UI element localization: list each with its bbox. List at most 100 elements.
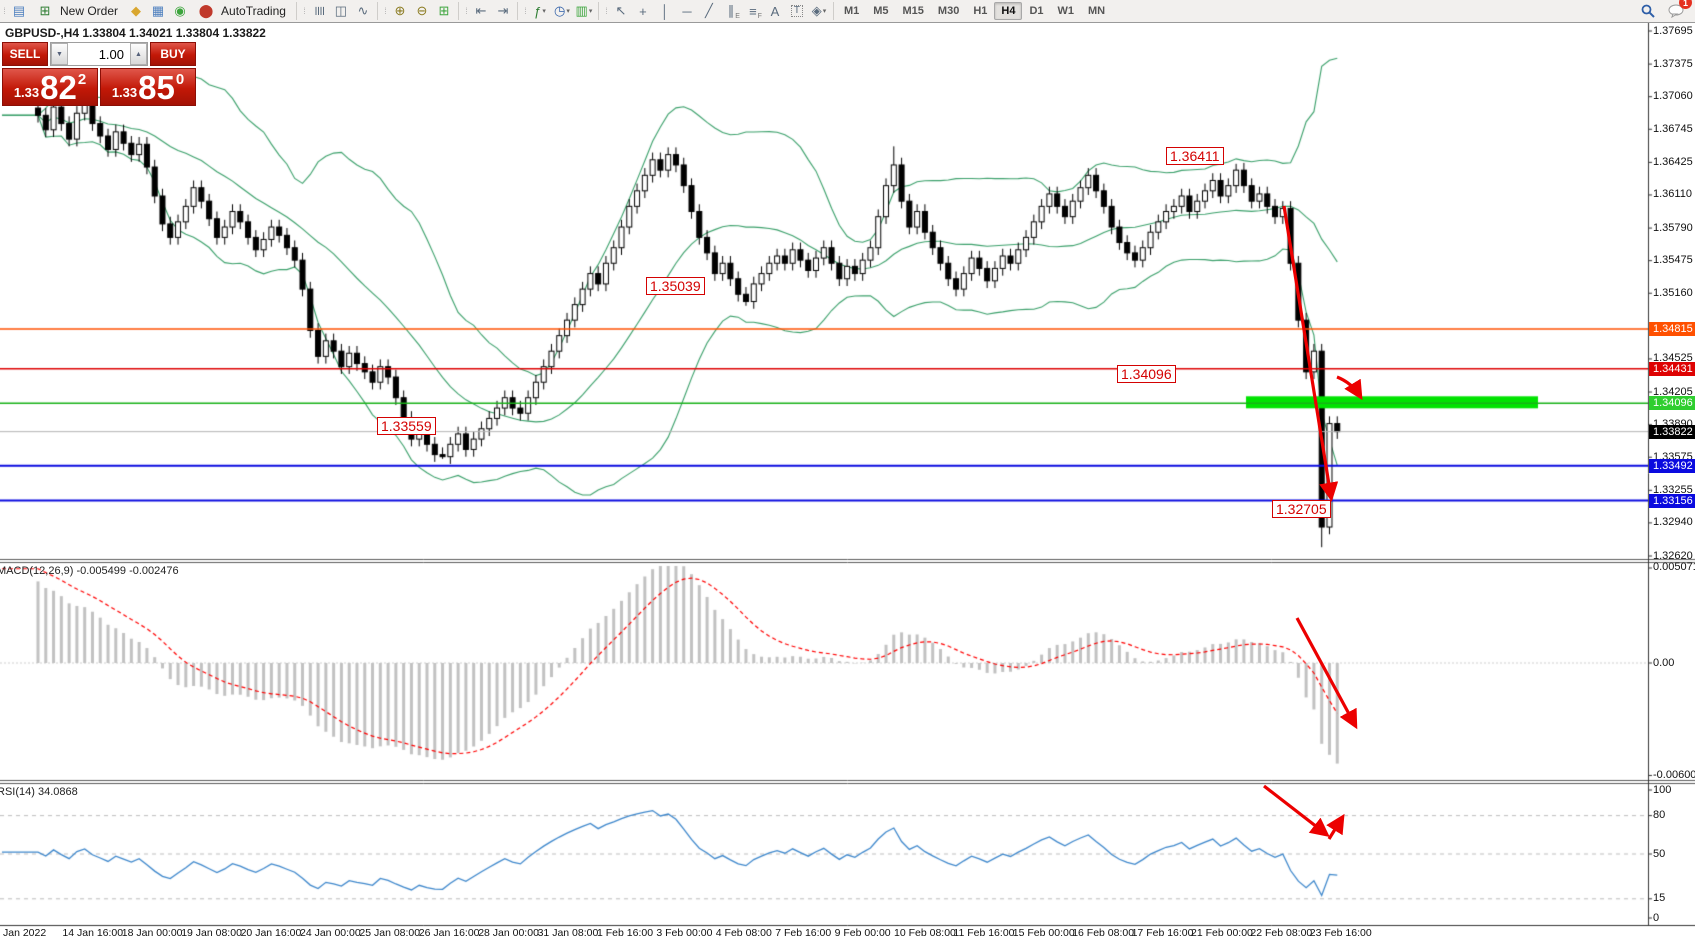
arrows-icon: ◈	[812, 3, 822, 19]
trendline-icon[interactable]: ╱	[698, 0, 720, 22]
zoom-in-icon[interactable]: ⊕	[389, 0, 411, 22]
horizontal-line-icon[interactable]: ─	[676, 0, 698, 22]
timeframe-button-d1[interactable]: D1	[1022, 2, 1050, 20]
time-axis-label: 22 Feb 08:00	[1250, 927, 1312, 939]
toolbar-tool-icons: ⁞≣◫∿⁞⊕⊖⊞⁞⇤⇥⁞ƒ▾◷▾▥▾⁞↖+│─╱∥E≡FAT◈▾	[293, 0, 830, 22]
price-tag-1.33822[interactable]: 1.33822	[1649, 425, 1695, 439]
zoom-out-icon[interactable]: ⊖	[411, 0, 433, 22]
time-axis-label: 26 Jan 16:00	[419, 927, 480, 939]
arrange-windows-icon[interactable]: ⇥	[492, 0, 514, 22]
buy-price-sup: 0	[176, 71, 184, 88]
price-annotation-1.32705[interactable]: 1.32705	[1272, 500, 1331, 518]
price-annotation-1.35039[interactable]: 1.35039	[646, 277, 705, 295]
channel-icon: ∥	[728, 3, 735, 19]
trendline-icon: ╱	[705, 3, 713, 19]
buy-price-prefix: 1.33	[112, 85, 137, 100]
rsi-axis-tick: 50	[1653, 848, 1695, 860]
volume-input[interactable]	[68, 43, 130, 65]
price-axis-tick: 1.37375	[1653, 58, 1695, 70]
text-icon: A	[771, 4, 780, 19]
time-axis-label: 20 Jan 16:00	[241, 927, 302, 939]
new-order-button[interactable]: ⊞ New Order	[30, 0, 125, 22]
tile-windows-icon[interactable]: ⊞	[433, 0, 455, 22]
timeframe-button-h4[interactable]: H4	[994, 2, 1022, 20]
price-tag-1.34815[interactable]: 1.34815	[1649, 322, 1695, 336]
new-chart-icon[interactable]: ▤	[8, 0, 30, 22]
profiles-icon[interactable]: ◆	[125, 0, 147, 22]
price-annotation-1.36411[interactable]: 1.36411	[1166, 147, 1224, 165]
crosshair-icon[interactable]: +	[632, 0, 654, 22]
price-tag-1.33492[interactable]: 1.33492	[1649, 459, 1695, 473]
macd-axis-tick: -0.006003	[1653, 769, 1695, 781]
time-axis-label: 28 Jan 00:00	[478, 927, 539, 939]
cursor-icon[interactable]: ↖	[610, 0, 632, 22]
signals-icon[interactable]: ◉	[169, 0, 191, 22]
timeframe-button-m1[interactable]: M1	[837, 2, 866, 20]
timeframe-button-m5[interactable]: M5	[866, 2, 895, 20]
vertical-line-icon[interactable]: │	[654, 0, 676, 22]
volume-spinner: ▼ ▲	[50, 42, 148, 66]
autotrading-button[interactable]: ⬤ AutoTrading	[191, 0, 293, 22]
toolbar-grip: ⁞	[603, 3, 609, 19]
price-axis-tick: 1.36745	[1653, 123, 1695, 135]
buy-button[interactable]: BUY	[150, 42, 196, 66]
timeframe-button-m15[interactable]: M15	[896, 2, 931, 20]
price-tag-1.34431[interactable]: 1.34431	[1649, 362, 1695, 376]
volume-decrease-button[interactable]: ▼	[51, 43, 68, 65]
text-label-icon[interactable]: T	[786, 0, 808, 22]
fibonacci-icon: ≡	[749, 4, 757, 19]
sell-price-sup: 2	[78, 71, 86, 88]
timeframe-bar: M1M5M15M30H1H4D1W1MN	[830, 2, 1112, 20]
price-tag-1.33156[interactable]: 1.33156	[1649, 494, 1695, 508]
profiles-icon: ◆	[131, 3, 141, 19]
time-axis-label: 31 Jan 08:00	[538, 927, 599, 939]
templates-icon: ▥	[576, 3, 588, 19]
toolbar-separator	[377, 2, 378, 20]
bar-chart-icon[interactable]: ≣	[308, 0, 330, 22]
line-chart-icon[interactable]: ∿	[352, 0, 374, 22]
arrows-icon-caret: ▾	[823, 7, 827, 15]
signals-icon: ◉	[174, 3, 185, 19]
sell-quote[interactable]: 1.33 82 2	[2, 68, 98, 106]
macd-axis-tick: 0.00	[1653, 657, 1695, 669]
volume-increase-button[interactable]: ▲	[130, 43, 147, 65]
periods-icon[interactable]: ◷▾	[551, 0, 573, 22]
one-click-trade-panel: SELL ▼ ▲ BUY 1.33 82 2 1.33 85 0	[2, 42, 196, 106]
search-icon[interactable]	[1637, 0, 1659, 22]
macd-label: MACD(12,26,9) -0.005499 -0.002476	[0, 565, 179, 577]
time-axis-label: 21 Feb 00:00	[1191, 927, 1253, 939]
candlestick-icon: ◫	[335, 3, 347, 19]
channel-icon[interactable]: ∥E	[720, 0, 742, 22]
add-indicator-icon: ƒ	[534, 4, 541, 19]
market-watch-icon[interactable]: ▦	[147, 0, 169, 22]
timeframe-button-h1[interactable]: H1	[966, 2, 994, 20]
market-watch-icon: ▦	[152, 3, 164, 19]
timeframe-button-w1[interactable]: W1	[1051, 2, 1082, 20]
templates-icon[interactable]: ▥▾	[573, 0, 595, 22]
time-axis-label: 19 Jan 08:00	[181, 927, 242, 939]
price-axis-tick: 1.36110	[1653, 188, 1695, 200]
autotrading-icon: ⬤	[195, 0, 217, 22]
add-indicator-icon[interactable]: ƒ▾	[529, 0, 551, 22]
arrows-icon[interactable]: ◈▾	[808, 0, 830, 22]
price-chart-canvas[interactable]	[0, 0, 1695, 939]
timeframe-button-mn[interactable]: MN	[1081, 2, 1112, 20]
buy-quote[interactable]: 1.33 85 0	[100, 68, 196, 106]
fibonacci-icon-letter: F	[758, 13, 762, 20]
periods-icon: ◷	[554, 3, 565, 19]
time-axis-label: 23 Feb 16:00	[1310, 927, 1372, 939]
text-icon[interactable]: A	[764, 0, 786, 22]
price-tag-1.34096[interactable]: 1.34096	[1649, 396, 1695, 410]
chart-title: GBPUSD-,H4 1.33804 1.34021 1.33804 1.338…	[5, 26, 266, 40]
candlestick-icon[interactable]: ◫	[330, 0, 352, 22]
timeframe-button-m30[interactable]: M30	[931, 2, 966, 20]
price-axis-tick: 1.35790	[1653, 222, 1695, 234]
price-annotation-1.33559[interactable]: 1.33559	[377, 417, 436, 435]
auto-arrange-icon[interactable]: ⇤	[470, 0, 492, 22]
sell-button[interactable]: SELL	[2, 42, 48, 66]
notifications-icon[interactable]: 1	[1665, 0, 1687, 22]
price-annotation-1.34096[interactable]: 1.34096	[1117, 365, 1176, 383]
rsi-label: RSI(14) 34.0868	[0, 786, 78, 798]
toolbar-mid-icons: ◆ ▦ ◉	[125, 0, 191, 22]
fibonacci-icon[interactable]: ≡F	[742, 0, 764, 22]
